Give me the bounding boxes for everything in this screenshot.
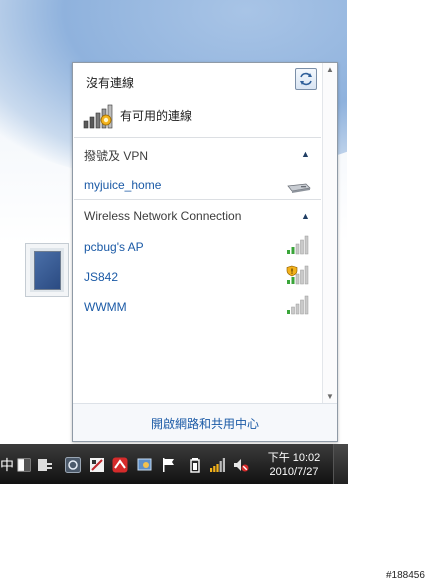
wireless-network-item[interactable]: pcbug's AP [84,240,144,254]
signal-icon [287,295,309,315]
battery-icon[interactable] [187,457,203,473]
network-flyout: 沒有連線 有可用的連線 撥號及 VPN ▲ myjuice_home Wirel… [72,62,338,442]
action-center-flag-icon[interactable] [161,457,177,473]
scroll-up-arrow-icon[interactable]: ▲ [323,65,337,74]
dialup-vpn-section-title[interactable]: 撥號及 VPN [84,147,148,164]
open-network-sharing-center-link[interactable]: 開啟網路和共用中心 [73,415,337,432]
connection-status-title: 沒有連線 [86,76,135,90]
taskbar: 中 下午 10:02 2010/7/27 [0,444,348,484]
messenger-icon[interactable] [137,457,153,473]
wireless-network-item[interactable]: WWMM [84,300,127,314]
clock-time[interactable]: 下午 10:02 [258,449,330,465]
wireless-section-title[interactable]: Wireless Network Connection [84,209,241,223]
sync-icon[interactable] [65,457,81,473]
app-icon[interactable] [89,457,105,473]
wireless-network-item[interactable]: JS842 [84,270,118,284]
available-connections-icon [83,104,113,129]
antivirus-icon[interactable] [112,457,128,473]
available-connections-text: 有可用的連線 [120,109,193,123]
network-icon[interactable] [209,457,225,473]
dialup-connection-myjuice-home[interactable]: myjuice_home [84,178,161,192]
flyout-footer: 開啟網路和共用中心 [73,403,337,441]
volume-muted-icon[interactable] [233,457,249,473]
divider [74,199,321,200]
clock-date[interactable]: 2010/7/27 [258,466,330,478]
input-mode-icon[interactable] [17,457,33,473]
collapse-wireless-chevron-icon[interactable]: ▲ [301,211,310,221]
wallpaper-window [25,243,69,297]
scroll-down-arrow-icon[interactable]: ▼ [323,392,337,401]
modem-icon [287,183,311,193]
keyboard-icon[interactable] [37,457,53,473]
divider [74,137,321,138]
ime-language-indicator[interactable]: 中 [0,455,14,475]
collapse-dialup-chevron-icon[interactable]: ▲ [301,149,310,159]
refresh-button[interactable] [295,68,317,90]
flyout-scrollbar[interactable]: ▲ ▼ [322,63,337,403]
show-desktop-button[interactable] [333,444,348,484]
watermark: #188456 [386,570,425,581]
refresh-icon [300,72,312,86]
signal-shield-icon [286,265,309,285]
signal-icon [287,235,309,255]
